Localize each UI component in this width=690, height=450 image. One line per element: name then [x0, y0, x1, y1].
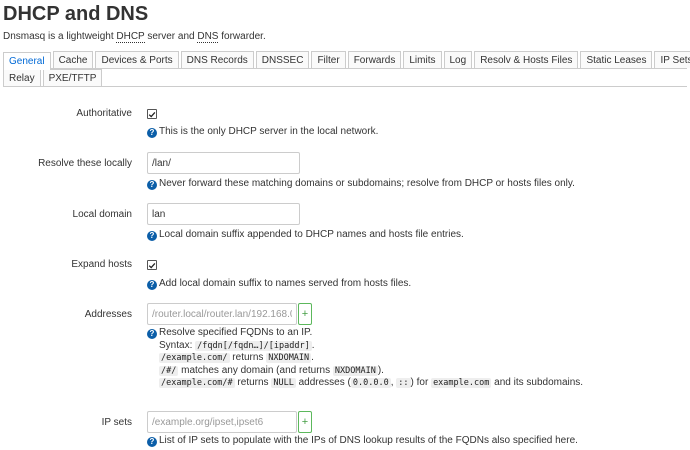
help-icon: ?: [147, 180, 157, 190]
local-domain-input[interactable]: [147, 203, 300, 225]
tab-filter[interactable]: Filter: [311, 51, 346, 68]
ip-sets-label: IP sets: [101, 417, 132, 428]
addresses-input[interactable]: [147, 303, 297, 325]
ip-sets-help: ? List of IP sets to populate with the IP…: [147, 435, 578, 448]
local-domain-label: Local domain: [72, 209, 132, 220]
help-icon: ?: [147, 437, 157, 447]
help-icon: ?: [147, 280, 157, 290]
tab-bar: General Cache Devices & Ports DNS Record…: [3, 51, 690, 87]
tab-general[interactable]: General: [3, 52, 51, 70]
page-description: Dnsmasq is a lightweight DHCP server and…: [3, 31, 266, 43]
checkmark-icon: [148, 262, 156, 269]
checkmark-icon: [148, 111, 156, 118]
tab-limits[interactable]: Limits: [403, 51, 442, 68]
expand-hosts-label: Expand hosts: [71, 259, 132, 270]
tab-devices-ports[interactable]: Devices & Ports: [95, 51, 179, 68]
tab-log[interactable]: Log: [443, 51, 473, 68]
help-icon: ?: [147, 329, 157, 339]
authoritative-help: ? This is the only DHCP server in the loc…: [147, 126, 378, 139]
expand-hosts-checkbox[interactable]: [147, 260, 157, 270]
tab-static-leases[interactable]: Static Leases: [580, 51, 653, 68]
local-domain-help: ? Local domain suffix appended to DHCP na…: [147, 229, 464, 242]
tab-dnssec[interactable]: DNSSEC: [255, 51, 310, 68]
addresses-label: Addresses: [84, 309, 132, 320]
authoritative-label: Authoritative: [76, 108, 132, 119]
resolve-locally-help: ? Never forward these matching domains or…: [147, 178, 575, 191]
help-icon: ?: [147, 231, 157, 241]
tab-row-1: General Cache Devices & Ports DNS Record…: [3, 51, 690, 70]
help-icon: ?: [147, 128, 157, 138]
resolve-locally-input[interactable]: [147, 152, 300, 174]
tab-relay[interactable]: Relay: [3, 69, 41, 86]
addresses-add-button[interactable]: +: [298, 303, 312, 325]
expand-hosts-help: ? Add local domain suffix to names served…: [147, 278, 411, 291]
resolve-locally-label: Resolve these locally: [38, 158, 132, 169]
tab-resolv-hosts-files[interactable]: Resolv & Hosts Files: [474, 51, 579, 68]
tab-pxe-tftp[interactable]: PXE/TFTP: [42, 69, 103, 86]
tab-row-2: Relay PXE/TFTP: [3, 69, 687, 87]
abbr-dhcp: DHCP: [116, 31, 145, 43]
authoritative-checkbox[interactable]: [147, 109, 157, 119]
page-title: DHCP and DNS: [3, 3, 149, 25]
tab-dns-records[interactable]: DNS Records: [180, 51, 254, 68]
abbr-dns: DNS: [197, 31, 219, 43]
ip-sets-add-button[interactable]: +: [298, 411, 312, 433]
tab-ip-sets[interactable]: IP Sets: [654, 51, 690, 68]
tab-forwards[interactable]: Forwards: [347, 51, 402, 68]
addresses-help: ? Resolve specified FQDNs to an IP. Synta…: [147, 327, 583, 390]
tab-cache[interactable]: Cache: [52, 51, 94, 68]
ip-sets-input[interactable]: [147, 411, 297, 433]
